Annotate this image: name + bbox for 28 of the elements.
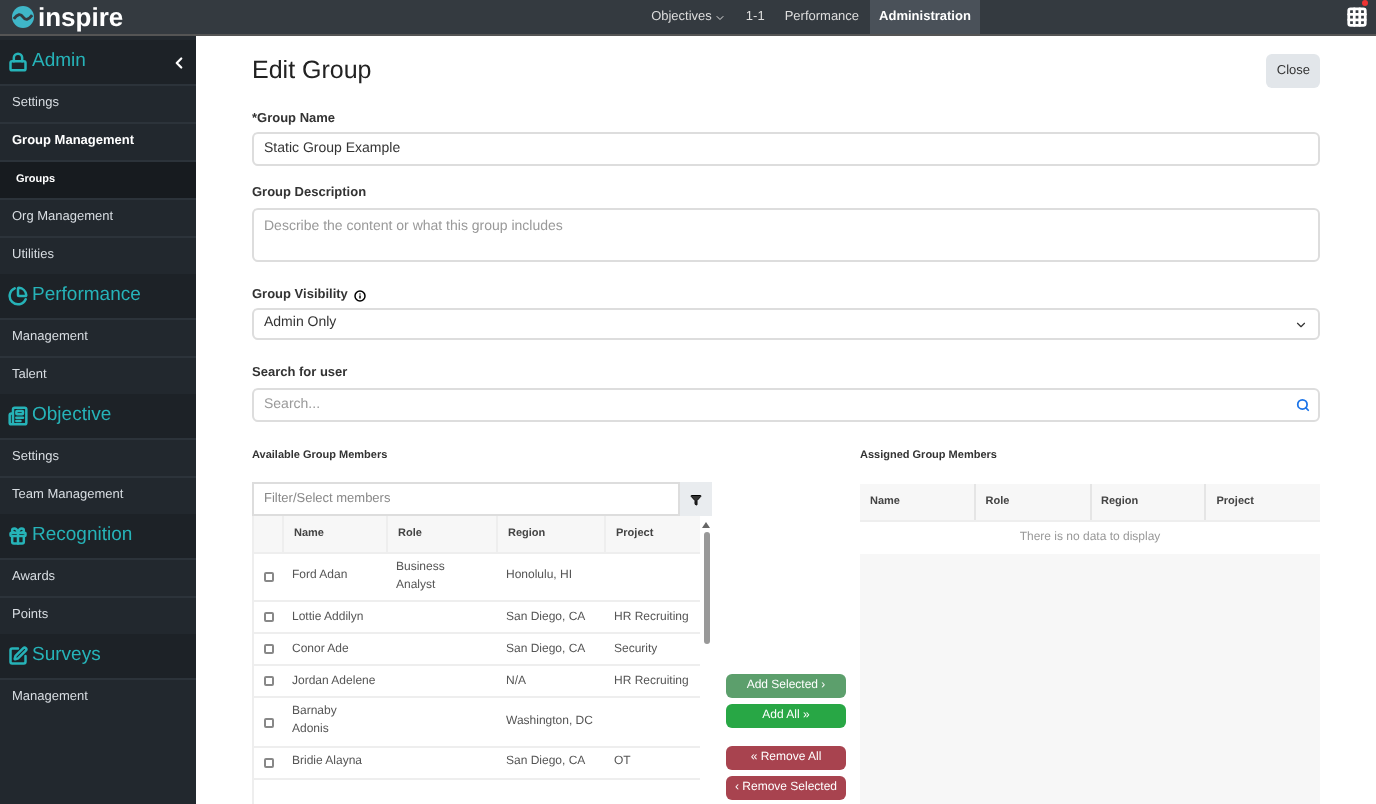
row-checkbox[interactable]: [263, 757, 273, 768]
sidebar-section-header[interactable]: Objective: [0, 394, 196, 438]
gift-icon: [8, 526, 28, 546]
filter-icon: [690, 493, 702, 505]
page-title: Edit Group: [252, 54, 372, 88]
collapse-icon[interactable]: [170, 53, 188, 71]
logo-icon: [12, 6, 34, 28]
apps-grid-icon[interactable]: [1346, 6, 1368, 28]
chevron-down-icon: [1294, 317, 1308, 332]
brand-name: inspire: [38, 4, 124, 30]
edit-icon: [8, 646, 28, 666]
pie-chart-icon: [8, 286, 28, 306]
search-icon[interactable]: [1296, 397, 1310, 412]
newspaper-icon: [8, 406, 28, 426]
row-checkbox[interactable]: [263, 717, 273, 728]
row-checkbox[interactable]: [263, 612, 273, 623]
info-icon[interactable]: [353, 290, 366, 302]
caret-icon: [713, 11, 726, 23]
sidebar-section-header[interactable]: Recognition: [0, 514, 196, 558]
row-checkbox[interactable]: [263, 644, 273, 655]
row-checkbox[interactable]: [263, 676, 273, 687]
scroll-up-icon: [702, 522, 710, 528]
lock-icon: [8, 52, 28, 72]
sidebar-section-header[interactable]: Surveys: [0, 634, 196, 678]
sidebar-section-header[interactable]: Admin: [0, 40, 196, 84]
filter-button[interactable]: [680, 482, 712, 516]
row-checkbox[interactable]: [263, 572, 273, 583]
sidebar-section-header[interactable]: Performance: [0, 274, 196, 318]
